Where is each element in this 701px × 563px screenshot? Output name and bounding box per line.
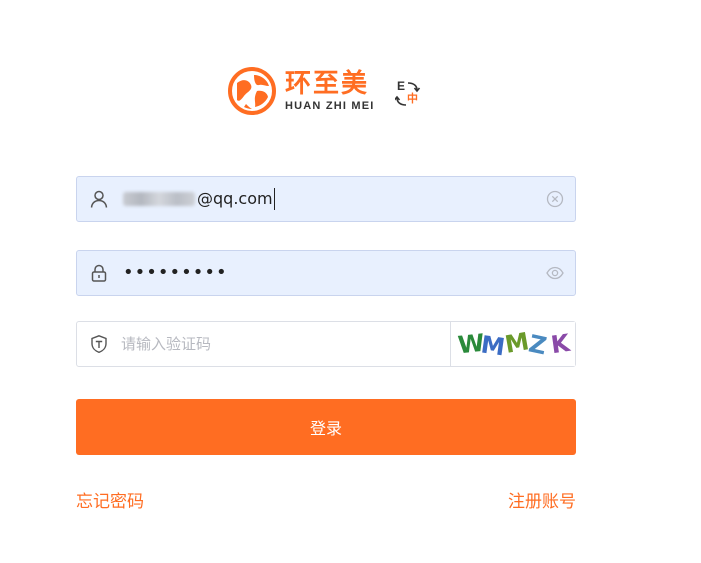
captcha-input[interactable] bbox=[121, 322, 447, 366]
redacted-text bbox=[123, 192, 195, 206]
brand-name-cn: 环至美 bbox=[285, 68, 370, 99]
language-switch-button[interactable]: E 中 bbox=[395, 80, 423, 108]
username-value[interactable]: @qq.com bbox=[123, 177, 275, 221]
captcha-char: K bbox=[549, 328, 572, 360]
forgot-password-link[interactable]: 忘记密码 bbox=[76, 490, 144, 514]
captcha-char: Z bbox=[526, 329, 550, 361]
user-icon bbox=[90, 190, 108, 208]
register-link[interactable]: 注册账号 bbox=[508, 490, 576, 514]
lang-zh-glyph: 中 bbox=[407, 92, 418, 105]
lock-icon bbox=[91, 264, 107, 282]
eye-icon[interactable] bbox=[546, 264, 564, 282]
brand-name-en: HUAN ZHI MEI bbox=[285, 99, 375, 112]
shield-icon bbox=[91, 335, 107, 354]
password-masked-text: ••••••••• bbox=[123, 262, 228, 283]
brand-logo: 环至美 HUAN ZHI MEI bbox=[227, 66, 375, 116]
username-visible-text: @qq.com bbox=[197, 189, 273, 208]
password-value[interactable]: ••••••••• bbox=[123, 251, 228, 295]
lang-en-glyph: E bbox=[397, 79, 406, 93]
login-button[interactable]: 登录 bbox=[76, 399, 576, 455]
globe-logo-icon bbox=[228, 67, 276, 115]
login-page: 环至美 HUAN ZHI MEI E 中 @qq.com ••••••••• 请… bbox=[0, 0, 701, 563]
text-caret bbox=[273, 188, 275, 210]
clear-circle-icon[interactable] bbox=[546, 190, 564, 208]
brand-text: 环至美 HUAN ZHI MEI bbox=[285, 70, 375, 113]
password-field[interactable]: ••••••••• bbox=[76, 250, 576, 296]
captcha-image[interactable]: W M M Z K bbox=[450, 322, 575, 366]
captcha-char: M bbox=[479, 330, 507, 362]
username-field[interactable]: @qq.com bbox=[76, 176, 576, 222]
captcha-field[interactable]: W M M Z K bbox=[76, 321, 576, 367]
